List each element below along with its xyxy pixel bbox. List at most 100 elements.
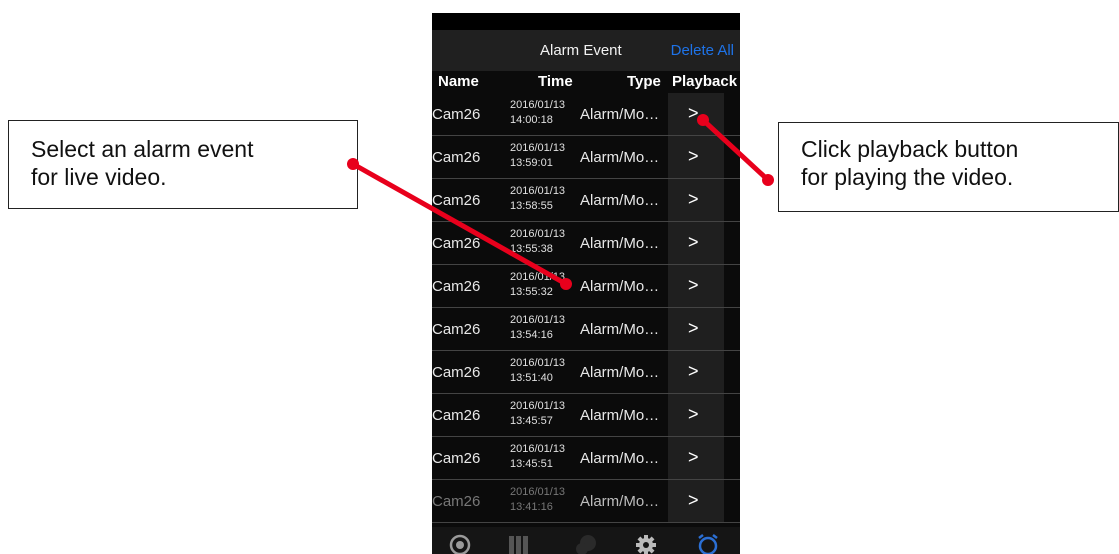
- column-header: Name Time Type Playback: [432, 71, 740, 93]
- chevron-right-icon: >: [688, 189, 699, 209]
- playback-button[interactable]: >: [668, 93, 724, 135]
- event-time: 13:54:16: [510, 329, 553, 341]
- playback-button[interactable]: >: [668, 394, 724, 436]
- callout-left-line2: for live video.: [31, 164, 167, 190]
- camera-name: Cam26: [432, 192, 481, 209]
- alarm-event-row[interactable]: Cam26 2016/01/13 13:55:32 Alarm/Mo… >: [432, 265, 740, 308]
- event-date: 2016/01/13: [510, 271, 566, 283]
- callout-select-event: Select an alarm event for live video.: [8, 120, 358, 209]
- event-type: Alarm/Mo…: [580, 235, 660, 252]
- event-type: Alarm/Mo…: [580, 106, 660, 123]
- event-type: Alarm/Mo…: [580, 493, 660, 510]
- chevron-right-icon: >: [688, 275, 699, 295]
- event-type: Alarm/Mo…: [580, 321, 660, 338]
- event-time: 13:58:55: [510, 200, 553, 212]
- alarm-event-row[interactable]: Cam26 2016/01/13 13:55:38 Alarm/Mo… >: [432, 222, 740, 265]
- camera-name: Cam26: [432, 235, 481, 252]
- event-timestamp: 2016/01/13 13:55:38: [510, 227, 565, 257]
- event-date: 2016/01/13: [510, 142, 566, 154]
- delete-all-button[interactable]: Delete All: [671, 42, 734, 59]
- event-time: 13:45:51: [510, 458, 553, 470]
- group-settings-icon[interactable]: [574, 533, 598, 554]
- alarm-event-row[interactable]: Cam26 2016/01/13 13:59:01 Alarm/Mo… >: [432, 136, 740, 179]
- event-timestamp: 2016/01/13 13:45:51: [510, 442, 565, 472]
- event-time: 13:45:57: [510, 415, 553, 427]
- column-playback-header: Playback: [672, 73, 738, 90]
- callout-right-line2: for playing the video.: [801, 164, 1014, 190]
- alarm-clock-icon[interactable]: [696, 533, 720, 554]
- event-timestamp: 2016/01/13 14:00:18: [510, 98, 565, 128]
- camera-name: Cam26: [432, 493, 481, 510]
- event-timestamp: 2016/01/13 13:45:57: [510, 399, 565, 429]
- event-timestamp: 2016/01/13 13:59:01: [510, 141, 565, 171]
- page-title: Alarm Event: [540, 42, 622, 59]
- alarm-event-row[interactable]: Cam26 2016/01/13 13:54:16 Alarm/Mo… >: [432, 308, 740, 351]
- annotation-dot-right-end: [762, 174, 774, 186]
- playback-button[interactable]: >: [668, 265, 724, 307]
- event-date: 2016/01/13: [510, 228, 566, 240]
- chevron-right-icon: >: [688, 318, 699, 338]
- live-view-icon[interactable]: [448, 533, 472, 554]
- event-time: 13:41:16: [510, 501, 553, 513]
- device-list-icon[interactable]: [506, 533, 530, 554]
- event-timestamp: 2016/01/13 13:58:55: [510, 184, 565, 214]
- alarm-event-row[interactable]: Cam26 2016/01/13 14:00:18 Alarm/Mo… >: [432, 93, 740, 136]
- phone-screen: Alarm Event Delete All Name Time Type Pl…: [432, 13, 740, 554]
- tab-bar: [432, 527, 740, 554]
- alarm-event-row[interactable]: Cam26 2016/01/13 13:45:51 Alarm/Mo… >: [432, 437, 740, 480]
- event-type: Alarm/Mo…: [580, 149, 660, 166]
- column-type-header: Type: [627, 73, 661, 90]
- playback-button[interactable]: >: [668, 136, 724, 178]
- event-date: 2016/01/13: [510, 357, 566, 369]
- camera-name: Cam26: [432, 364, 481, 381]
- alarm-event-row[interactable]: Cam26 2016/01/13 13:58:55 Alarm/Mo… >: [432, 179, 740, 222]
- playback-button[interactable]: >: [668, 480, 724, 522]
- camera-name: Cam26: [432, 278, 481, 295]
- chevron-right-icon: >: [688, 361, 699, 381]
- alarm-event-row[interactable]: Cam26 2016/01/13 13:45:57 Alarm/Mo… >: [432, 394, 740, 437]
- camera-name: Cam26: [432, 450, 481, 467]
- camera-name: Cam26: [432, 321, 481, 338]
- playback-button[interactable]: >: [668, 308, 724, 350]
- callout-left-line1: Select an alarm event: [31, 136, 254, 162]
- playback-button[interactable]: >: [668, 437, 724, 479]
- chevron-right-icon: >: [688, 146, 699, 166]
- chevron-right-icon: >: [688, 232, 699, 252]
- callout-playback: Click playback button for playing the vi…: [778, 122, 1119, 212]
- event-type: Alarm/Mo…: [580, 407, 660, 424]
- event-time: 14:00:18: [510, 114, 553, 126]
- event-time: 13:55:32: [510, 286, 553, 298]
- event-timestamp: 2016/01/13 13:51:40: [510, 356, 565, 386]
- event-timestamp: 2016/01/13 13:41:16: [510, 485, 565, 515]
- event-timestamp: 2016/01/13 13:55:32: [510, 270, 565, 300]
- event-date: 2016/01/13: [510, 314, 566, 326]
- event-time: 13:55:38: [510, 243, 553, 255]
- chevron-right-icon: >: [688, 490, 699, 510]
- event-type: Alarm/Mo…: [580, 192, 660, 209]
- camera-name: Cam26: [432, 407, 481, 424]
- callout-right-line1: Click playback button: [801, 136, 1019, 162]
- event-date: 2016/01/13: [510, 99, 566, 111]
- chevron-right-icon: >: [688, 103, 699, 123]
- chevron-right-icon: >: [688, 447, 699, 467]
- event-timestamp: 2016/01/13 13:54:16: [510, 313, 565, 343]
- playback-button[interactable]: >: [668, 222, 724, 264]
- settings-gear-icon[interactable]: [634, 533, 658, 554]
- alarm-event-row[interactable]: Cam26 2016/01/13 13:51:40 Alarm/Mo… >: [432, 351, 740, 394]
- event-time: 13:51:40: [510, 372, 553, 384]
- event-date: 2016/01/13: [510, 443, 566, 455]
- camera-name: Cam26: [432, 106, 481, 123]
- alarm-event-row[interactable]: Cam26 2016/01/13 13:41:16 Alarm/Mo… >: [432, 480, 740, 523]
- column-time-header: Time: [538, 73, 573, 90]
- event-date: 2016/01/13: [510, 185, 566, 197]
- event-date: 2016/01/13: [510, 400, 566, 412]
- playback-button[interactable]: >: [668, 179, 724, 221]
- event-date: 2016/01/13: [510, 486, 566, 498]
- alarm-event-list: Cam26 2016/01/13 14:00:18 Alarm/Mo… > Cam26 20…: [432, 93, 740, 523]
- chevron-right-icon: >: [688, 404, 699, 424]
- status-bar: [432, 13, 740, 30]
- event-type: Alarm/Mo…: [580, 278, 660, 295]
- column-name-header: Name: [438, 73, 479, 90]
- playback-button[interactable]: >: [668, 351, 724, 393]
- nav-bar: Alarm Event Delete All: [432, 30, 740, 71]
